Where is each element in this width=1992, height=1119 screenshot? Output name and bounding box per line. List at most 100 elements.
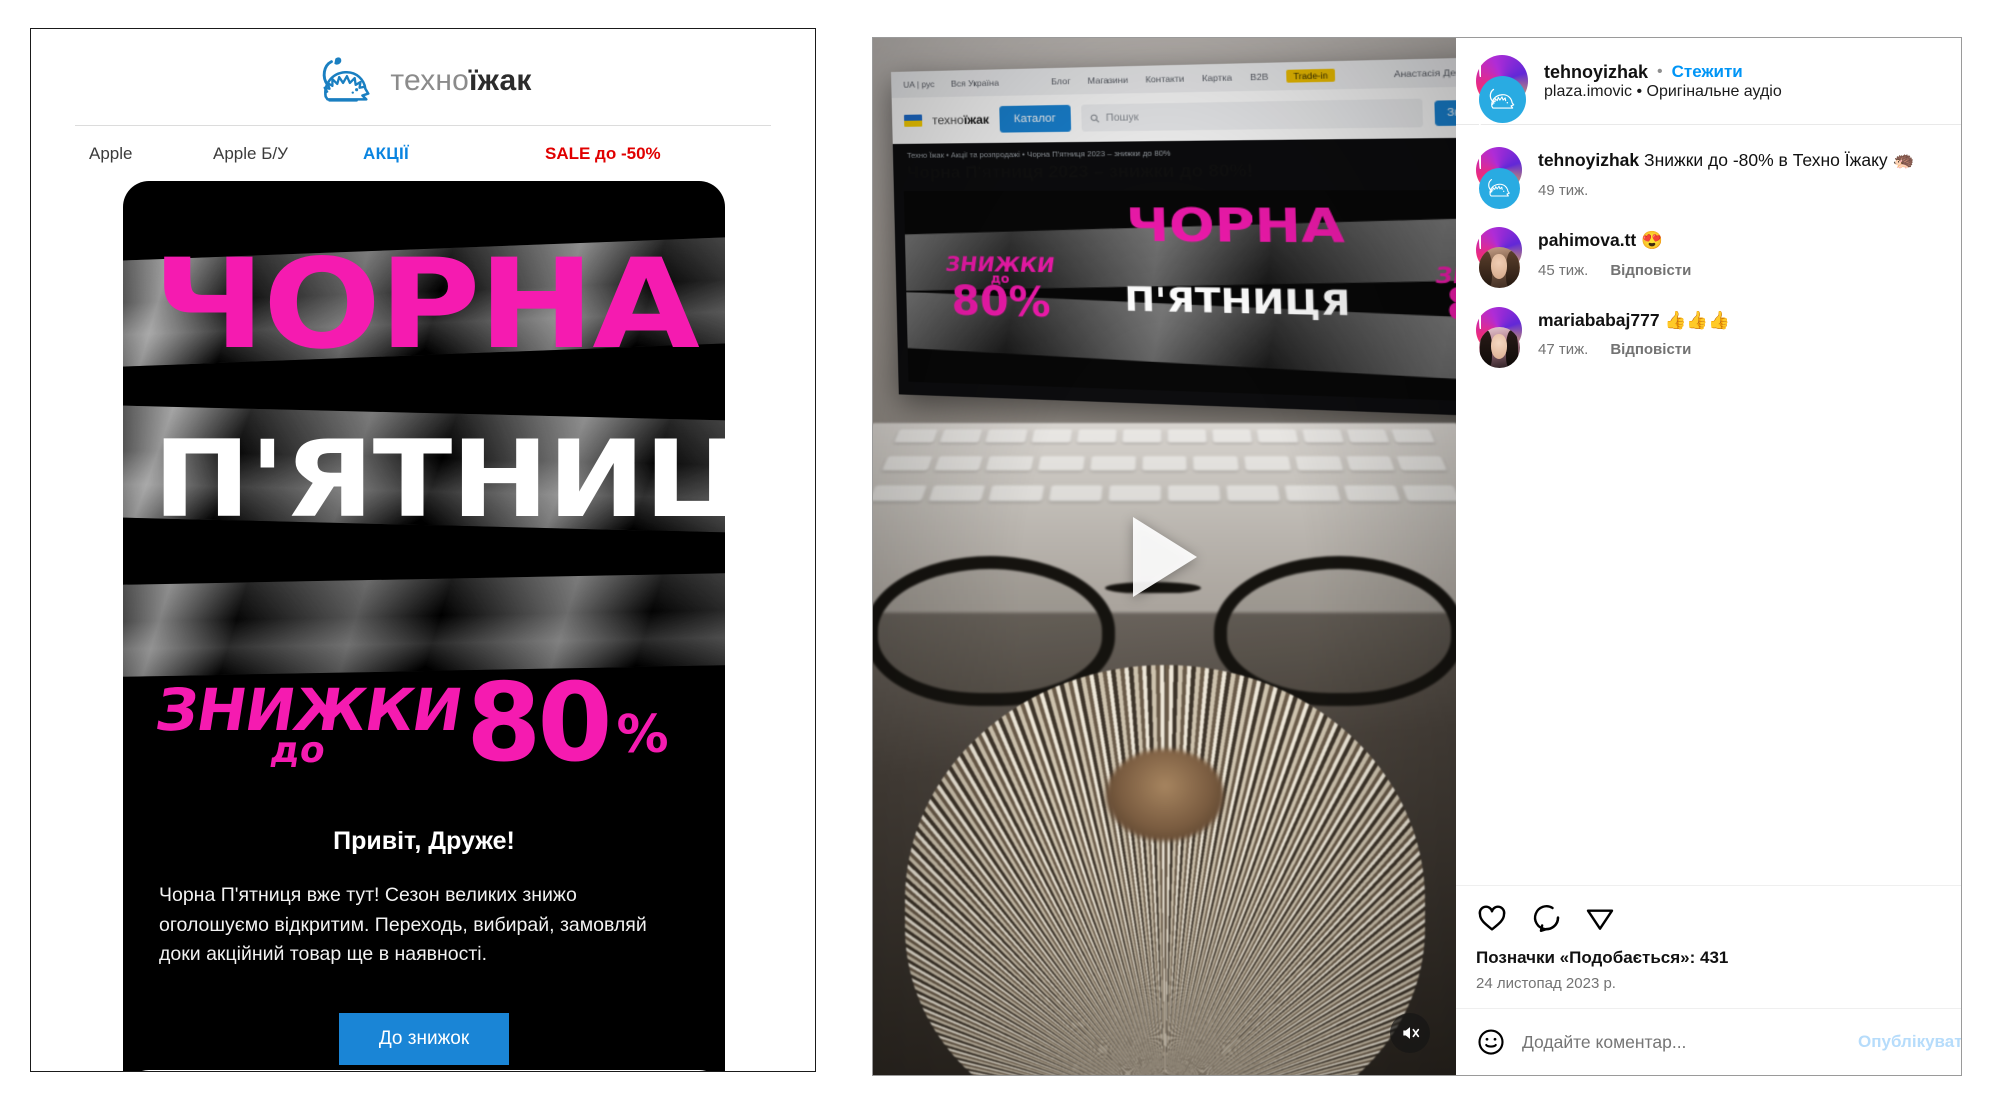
user-photo	[1479, 327, 1520, 368]
avatar[interactable]	[1476, 147, 1522, 228]
list-item: pahimova.tt 😍 45 тиж. Відповісти	[1476, 226, 1941, 308]
topbar-contacts: Контакти	[1145, 73, 1185, 85]
email-cta-wrapper: До знижок	[123, 1013, 725, 1065]
topbar-blog: Блог	[1050, 75, 1071, 87]
nav-item-apple-used[interactable]: Apple Б/У	[213, 144, 363, 164]
email-brand-header: техноїжак	[31, 29, 815, 121]
site-brand-mini: техноїжак	[932, 112, 989, 127]
ukraine-flag-icon	[903, 114, 923, 127]
search-icon	[1090, 113, 1100, 122]
email-brand-text: техноїжак	[390, 64, 531, 98]
laptop-screen: UA | рус Вся Україна Блог Магазини Конта…	[891, 56, 1456, 418]
topbar-tradein-chip: Trade-in	[1286, 68, 1335, 83]
email-nav: Apple Apple Б/У АКЦІЇ SALE до -50%	[31, 126, 815, 184]
headline-pyatnytsya: П'ЯТНИЦЯ	[153, 418, 725, 541]
separator-dot: •	[1657, 63, 1663, 80]
play-triangle-icon[interactable]	[1132, 516, 1197, 597]
site-search-box: Пошук	[1080, 98, 1424, 132]
banner-left-text: ЗНИЖКИ до 80%	[944, 191, 1058, 387]
site-brand-part2: їжак	[963, 112, 990, 128]
hedgehog-avatar-icon	[1489, 88, 1515, 109]
banner-mid-text: ЧОРНА П'ЯТНИЦЯ	[1112, 199, 1363, 324]
hedgehog-avatar-icon	[1488, 179, 1510, 197]
instagram-video-media[interactable]: UA | рус Вся Україна Блог Магазини Конта…	[873, 38, 1456, 1075]
comment-body: 😍	[1641, 229, 1663, 250]
banner-left-t3: 80%	[950, 278, 1052, 328]
comment-body: Знижки до -80% в Техно Їжаку 🦔	[1644, 150, 1915, 170]
smiley-face-icon[interactable]	[1476, 1027, 1506, 1057]
comment-time: 49 тиж.	[1538, 181, 1589, 199]
comment-time: 45 тиж.	[1538, 261, 1589, 279]
comment-author[interactable]: tehnoyizhak	[1538, 150, 1639, 170]
email-preview-panel: техноїжак Apple Apple Б/У АКЦІЇ SALE до …	[30, 28, 816, 1072]
user-photo	[1479, 247, 1520, 289]
brand-word-tehno: техно	[390, 64, 470, 97]
comment-body: 👍👍👍	[1664, 309, 1730, 330]
topbar-shops: Магазини	[1087, 74, 1129, 86]
comment-text: pahimova.tt 😍	[1538, 230, 1663, 250]
comment-bubble-icon[interactable]	[1530, 902, 1562, 934]
site-find-button: Знайти	[1434, 98, 1456, 126]
nav-item-promotions[interactable]: АКЦІЇ	[363, 144, 513, 164]
banner-left-t1: ЗНИЖКИ	[944, 251, 1057, 277]
email-greeting: Привіт, Друже!	[333, 827, 515, 855]
banner-right-t3: 80	[1445, 279, 1456, 333]
comment-time: 47 тиж.	[1538, 341, 1589, 359]
action-icons-row	[1476, 902, 1941, 934]
share-paperplane-icon[interactable]	[1584, 902, 1616, 934]
comment-author[interactable]: pahimova.tt	[1538, 230, 1636, 250]
follow-button[interactable]: Стежити	[1672, 62, 1743, 82]
comment-author[interactable]: mariababaj777	[1538, 310, 1660, 330]
avatar[interactable]	[1476, 55, 1528, 142]
banner-mid-top: ЧОРНА	[1125, 198, 1346, 255]
speaker-muted-icon[interactable]	[1390, 1013, 1430, 1053]
card-bottom-rounded-mask	[123, 1070, 725, 1071]
heart-icon[interactable]	[1476, 902, 1508, 934]
topbar-b2b: B2B	[1249, 71, 1269, 83]
nav-item-apple[interactable]: Apple	[89, 144, 213, 164]
plastic-wrap-texture	[123, 572, 725, 678]
comment-meta: 47 тиж. Відповісти	[1538, 341, 1730, 358]
banner-right-t1: ЗНИЖ	[1433, 261, 1456, 290]
comment-text: tehnoyizhak Знижки до -80% в Техно Їжаку…	[1538, 150, 1914, 170]
site-page-title: Чорна П'ятниця 2023 – знижки до 80%!	[907, 160, 1254, 182]
brand-word-yizhak: їжак	[469, 64, 532, 97]
comments-list: tehnoyizhak Знижки до -80% в Техно Їжаку…	[1456, 125, 1961, 885]
site-search-placeholder: Пошук	[1105, 111, 1139, 124]
instagram-post-panel: UA | рус Вся Україна Блог Магазини Конта…	[872, 37, 1962, 1076]
post-actions: Позначки «Подобається»: 431 24 листопад …	[1456, 885, 1961, 1008]
comment-reply-button[interactable]: Відповісти	[1610, 262, 1691, 279]
discount-upto: до	[267, 730, 329, 772]
comment-text: mariababaj777 👍👍👍	[1538, 310, 1730, 330]
avatar[interactable]	[1476, 306, 1522, 388]
comment-meta: 49 тиж.	[1538, 182, 1914, 199]
instagram-post-header: tehnoyizhak • Стежити plaza.imovic • Ори…	[1456, 38, 1961, 142]
topbar-card: Картка	[1201, 72, 1233, 84]
list-item: mariababaj777 👍👍👍 47 тиж. Відповісти	[1476, 306, 1941, 388]
site-banner: ЗНИЖКИ до 80% ЧОРНА П'ЯТНИЦЯ ЗНИЖ 80	[903, 189, 1456, 403]
topbar-account-name: Анастасія Дем'яненко	[1393, 65, 1456, 80]
comment-reply-button[interactable]: Відповісти	[1610, 341, 1691, 358]
post-author-username[interactable]: tehnoyizhak	[1544, 62, 1648, 83]
post-comment-button[interactable]: Опублікувати	[1858, 1032, 1961, 1052]
nav-item-sale[interactable]: SALE до -50%	[545, 144, 661, 164]
topbar-region: Вся Україна	[950, 77, 999, 89]
list-item: tehnoyizhak Знижки до -80% в Техно Їжаку…	[1476, 147, 1941, 228]
post-date: 24 листопад 2023 р.	[1476, 975, 1616, 992]
add-comment-bar: Опублікувати	[1456, 1008, 1961, 1075]
avatar[interactable]	[1476, 226, 1522, 308]
instagram-header-text: tehnoyizhak • Стежити plaza.imovic • Ори…	[1544, 62, 1782, 101]
site-brand-part1: техно	[932, 112, 964, 128]
banner-mid-bottom: П'ЯТНИЦЯ	[1123, 279, 1352, 324]
discount-block: ЗНИЖКИ до 80 %	[151, 661, 699, 786]
black-friday-creative: ЧОРНА П'ЯТНИЦЯ ЗНИЖКИ до 80 % Привіт, Др…	[123, 181, 725, 1071]
cta-to-discounts-button[interactable]: До знижок	[338, 1013, 510, 1065]
comment-meta: 45 тиж. Відповісти	[1538, 262, 1691, 279]
discount-percent-sign: %	[616, 705, 669, 766]
discount-value: 80	[466, 661, 612, 786]
topbar-lang: UA | рус	[903, 78, 935, 90]
site-catalog-button: Каталог	[999, 104, 1071, 133]
post-audio-line[interactable]: plaza.imovic • Оригінальне аудіо	[1544, 83, 1782, 100]
instagram-sidebar: tehnoyizhak • Стежити plaza.imovic • Ори…	[1456, 38, 1961, 1075]
hedgehog-logo-icon	[314, 50, 376, 112]
